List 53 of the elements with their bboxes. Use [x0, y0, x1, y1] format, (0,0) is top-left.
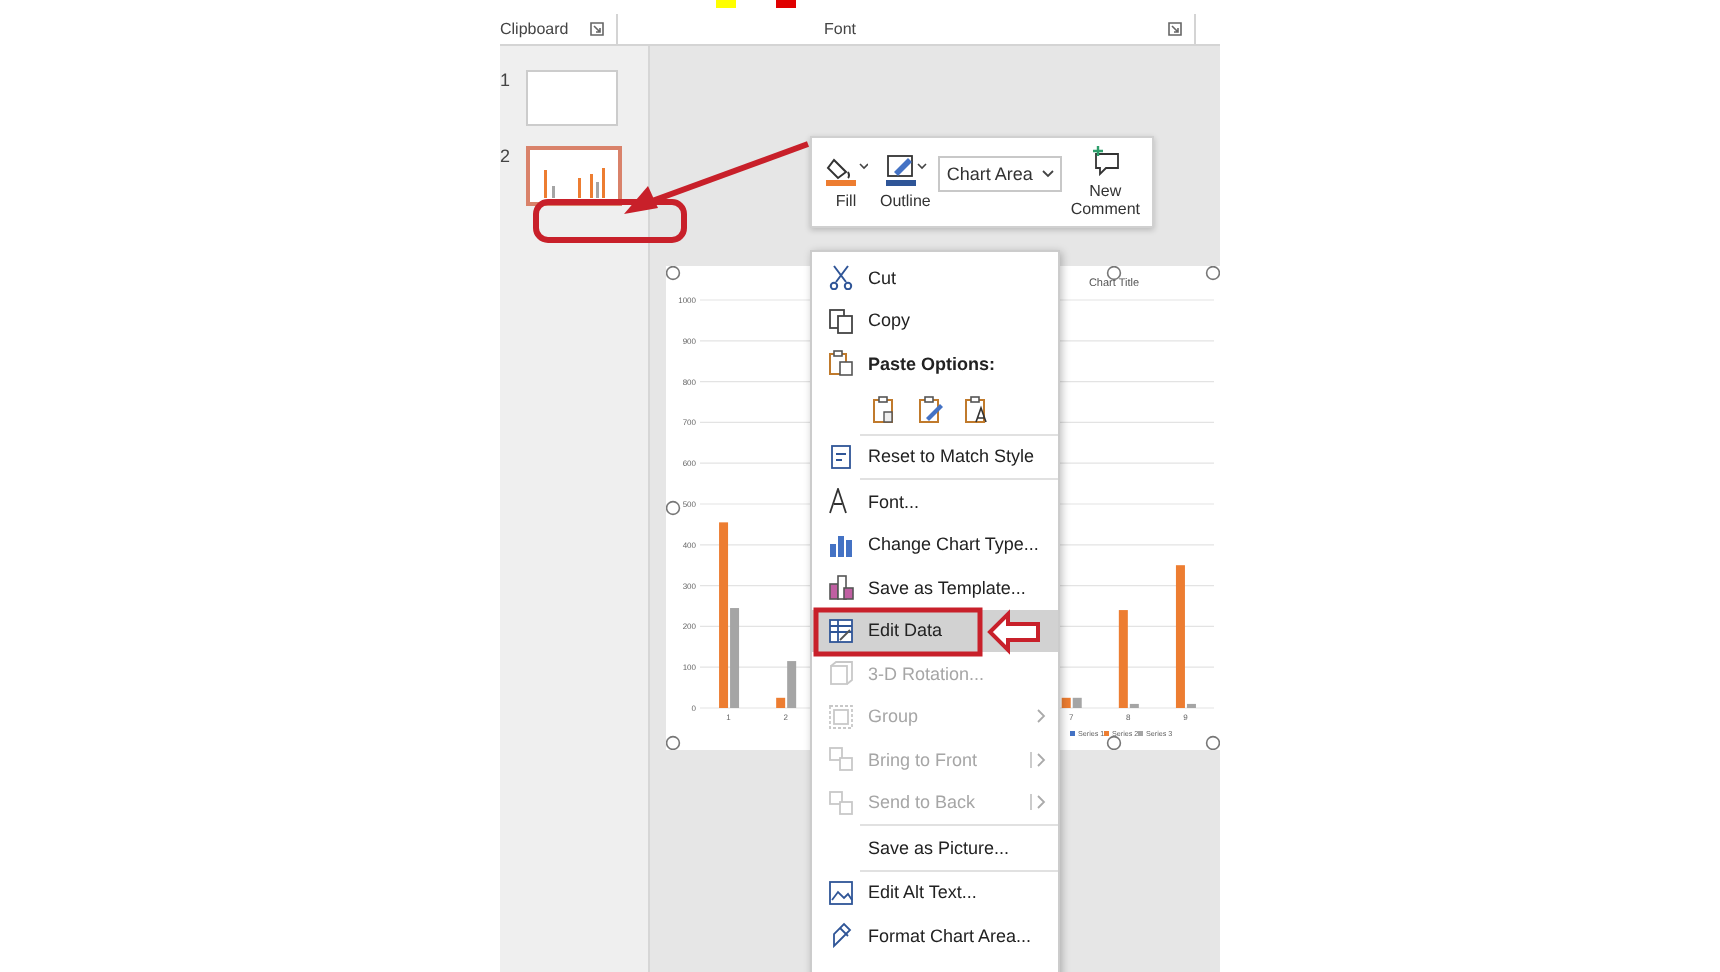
paste-picture-icon[interactable]: [918, 395, 944, 423]
pen-outline-icon: [883, 154, 928, 186]
group-icon: [827, 703, 853, 730]
copy-icon: [827, 307, 853, 334]
resize-handle[interactable]: [1205, 266, 1220, 281]
template-icon: [827, 574, 853, 601]
fill-button[interactable]: Fill: [820, 150, 872, 214]
ribbon-group-label: Font: [824, 20, 857, 38]
menu-section-heading: Paste Options:: [868, 353, 996, 374]
menu-item[interactable]: Copy: [812, 299, 1058, 342]
highlight-color-icon[interactable]: [716, 0, 736, 8]
scissors-icon: [827, 264, 853, 291]
dialog-launcher-icon[interactable]: [1168, 22, 1182, 36]
new-comment-button[interactable]: New Comment: [1066, 142, 1144, 222]
menu-item[interactable]: Edit Alt Text...: [812, 871, 1058, 914]
menu-item[interactable]: Cut: [812, 256, 1058, 299]
chart-icon: [827, 531, 853, 558]
menu-item[interactable]: Font...: [812, 480, 1058, 523]
menu-item[interactable]: Save as Picture...: [812, 826, 1058, 869]
slide-thumbnail[interactable]: [526, 70, 618, 126]
legend-swatch: [1070, 731, 1075, 736]
chart-element-dropdown[interactable]: Chart Area: [938, 156, 1063, 192]
resize-handle[interactable]: [1106, 266, 1122, 281]
paint-bucket-icon: [824, 154, 868, 186]
table-icon: [827, 617, 853, 644]
menu-item[interactable]: Change Chart Type...: [812, 523, 1058, 566]
menu-item[interactable]: Reset to Match Style: [812, 435, 1058, 478]
dialog-launcher-icon[interactable]: [590, 22, 604, 36]
clipboard-icon: [827, 350, 853, 377]
resize-handle[interactable]: [666, 266, 681, 281]
slide-number: 2: [500, 146, 512, 166]
resize-handle[interactable]: [666, 500, 681, 516]
slide-thumbnail[interactable]: [526, 146, 622, 206]
cube-icon: [827, 660, 853, 687]
resize-handle[interactable]: [1205, 735, 1220, 750]
paste-text-icon[interactable]: [964, 395, 990, 423]
submenu-arrow-icon: [1030, 794, 1046, 811]
legend-swatch: [1104, 731, 1109, 736]
menu-item[interactable]: Format Chart Area...: [812, 914, 1058, 957]
font-icon: [827, 488, 853, 515]
menu-item[interactable]: Save as Template...: [812, 566, 1058, 609]
font-color-icon[interactable]: [776, 0, 796, 8]
resize-handle[interactable]: [666, 735, 681, 750]
legend-swatch: [1138, 731, 1143, 736]
resize-handle[interactable]: [1106, 735, 1122, 750]
annotation-arrow: [987, 609, 1040, 655]
paste-keep-formatting-icon[interactable]: [872, 395, 898, 423]
submenu-arrow-icon: [1030, 751, 1046, 768]
caret-icon: [1042, 170, 1055, 178]
ribbon-group-label: Clipboard: [500, 20, 569, 38]
comment-plus-icon: [1089, 146, 1122, 176]
outline-button[interactable]: Outline: [876, 150, 935, 214]
slide-number: 1: [500, 70, 512, 90]
